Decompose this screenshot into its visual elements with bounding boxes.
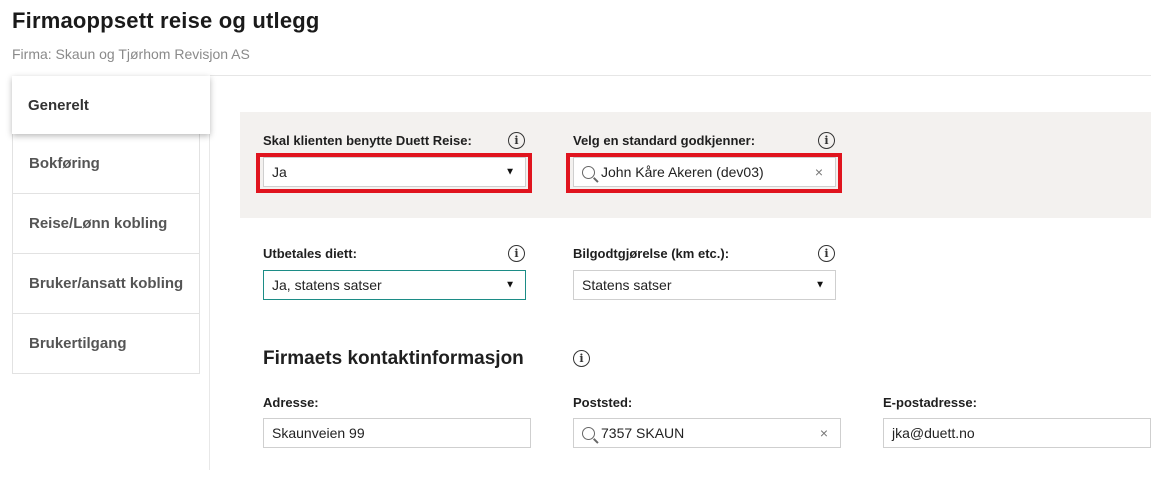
sidebar-item-bokforing[interactable]: Bokføring — [12, 134, 200, 194]
contact-section-title: Firmaets kontaktinformasjon — [263, 348, 524, 369]
search-icon — [582, 426, 595, 440]
highlight-box — [566, 153, 842, 193]
bilgodtgjorelse-select[interactable]: Statens satser ▼ — [573, 270, 836, 300]
header-divider — [210, 75, 1151, 76]
info-icon[interactable]: i — [508, 132, 525, 149]
adresse-label: Adresse: — [263, 395, 319, 410]
diett-label: Utbetales diett: — [263, 246, 357, 261]
sidebar-item-label: Reise/Lønn kobling — [29, 215, 168, 232]
info-icon[interactable]: i — [818, 132, 835, 149]
info-icon[interactable]: i — [573, 350, 590, 367]
settings-sidebar: Generelt Bokføring Reise/Lønn kobling Br… — [12, 76, 210, 374]
adresse-input[interactable]: Skaunveien 99 — [263, 418, 531, 448]
chevron-down-icon: ▼ — [505, 279, 515, 291]
epost-label: E-postadresse: — [883, 395, 977, 410]
poststed-search-field[interactable]: 7357 SKAUN × — [573, 418, 841, 448]
chevron-down-icon: ▼ — [815, 279, 825, 291]
info-icon[interactable]: i — [508, 245, 525, 262]
godkjenner-label: Velg en standard godkjenner: — [573, 133, 756, 148]
close-icon[interactable]: × — [820, 425, 828, 441]
info-icon[interactable]: i — [818, 245, 835, 262]
diett-select[interactable]: Ja, statens satser ▼ — [263, 270, 526, 300]
sidebar-item-brukertilgang[interactable]: Brukertilgang — [12, 314, 200, 374]
company-subtitle: Firma: Skaun og Tjørhom Revisjon AS — [12, 46, 250, 62]
highlight-box — [256, 153, 532, 193]
sidebar-item-label: Bruker/ansatt kobling — [29, 275, 184, 292]
sidebar-item-label: Bokføring — [29, 155, 100, 172]
epost-input[interactable]: jka@duett.no — [883, 418, 1151, 448]
duett-reise-label: Skal klienten benytte Duett Reise: — [263, 133, 472, 148]
sidebar-item-bruker-ansatt-kobling[interactable]: Bruker/ansatt kobling — [12, 254, 200, 314]
sidebar-item-label: Generelt — [28, 96, 89, 114]
poststed-value: 7357 SKAUN — [601, 425, 685, 441]
sidebar-item-label: Brukertilgang — [29, 335, 127, 352]
page-title: Firmaoppsett reise og utlegg — [12, 8, 320, 33]
epost-value: jka@duett.no — [892, 425, 975, 441]
bilgodtgjorelse-value: Statens satser — [582, 277, 672, 293]
sidebar-divider — [209, 134, 210, 470]
adresse-value: Skaunveien 99 — [272, 425, 365, 441]
poststed-label: Poststed: — [573, 395, 633, 410]
sidebar-item-reise-lonn-kobling[interactable]: Reise/Lønn kobling — [12, 194, 200, 254]
sidebar-item-generelt[interactable]: Generelt — [12, 76, 210, 134]
diett-value: Ja, statens satser — [272, 277, 382, 293]
bilgodtgjorelse-label: Bilgodtgjørelse (km etc.): — [573, 246, 730, 261]
